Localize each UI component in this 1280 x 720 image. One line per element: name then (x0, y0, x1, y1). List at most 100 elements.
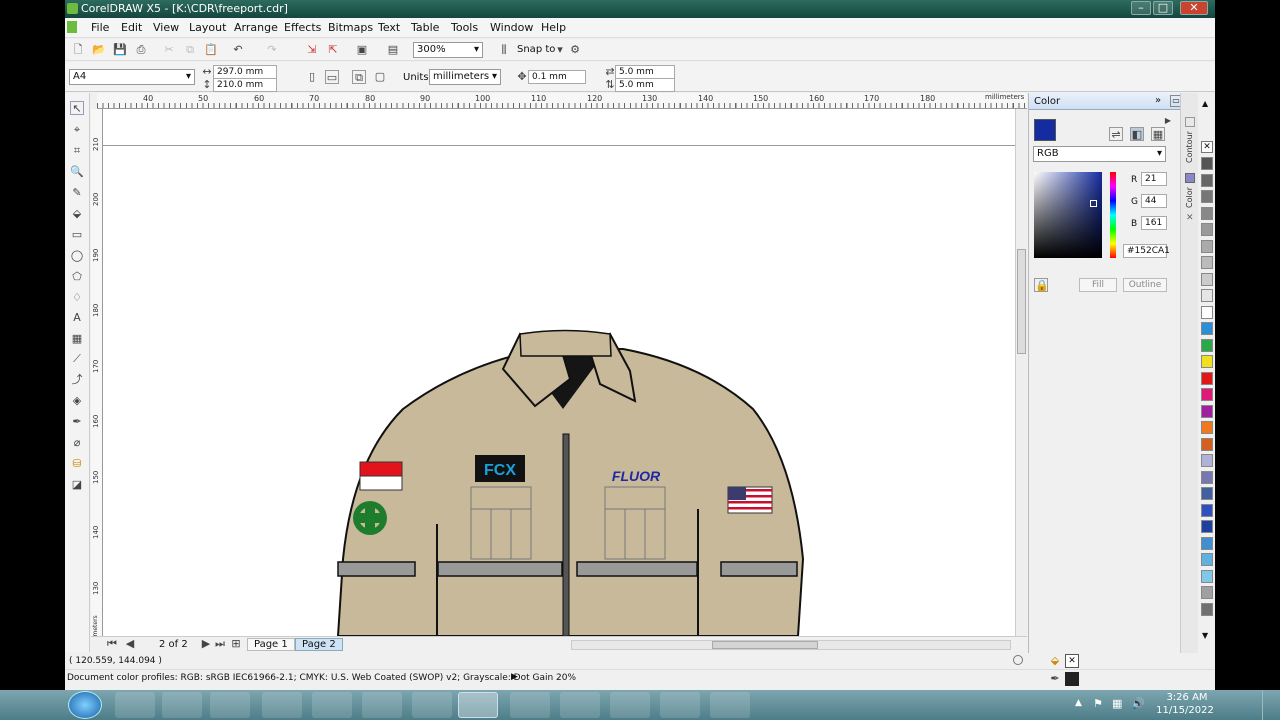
table-tool-icon[interactable]: ▦ (70, 332, 84, 346)
burner-icon[interactable] (510, 692, 550, 718)
pick-tool-icon[interactable]: ↖ (70, 101, 84, 115)
drawing-canvas[interactable]: FCX FLUOR (103, 109, 1015, 636)
uc-browser-icon[interactable] (412, 692, 452, 718)
portrait-icon[interactable]: ▯ (305, 70, 319, 84)
duplicate-x-field[interactable]: 5.0 mm (615, 65, 675, 79)
app-launcher-icon[interactable]: ▣ (355, 43, 369, 57)
shape-tool-icon[interactable]: ⌖ (70, 123, 84, 137)
close-tab-icon[interactable]: ✕ (1186, 213, 1194, 223)
palette-swatch[interactable] (1201, 338, 1213, 352)
minimize-button[interactable]: – (1131, 1, 1151, 15)
g-value-field[interactable]: 44 (1141, 194, 1167, 208)
volume-icon[interactable]: 🔊 (1131, 697, 1145, 710)
h-scroll-thumb[interactable] (712, 641, 818, 649)
color-model-select[interactable]: RGB (1033, 146, 1166, 162)
zoom-level-select[interactable]: 300% (413, 42, 483, 58)
b-value-field[interactable]: 161 (1141, 216, 1167, 230)
tab-page-2[interactable]: Page 2 (295, 638, 343, 651)
palette-swatch[interactable] (1201, 437, 1213, 451)
menu-layout[interactable]: Layout (189, 21, 226, 34)
scroll-thumb[interactable] (1017, 249, 1026, 354)
explorer-icon[interactable] (162, 692, 202, 718)
chevron-right-icon[interactable]: ▶ (511, 672, 518, 682)
units-select[interactable]: millimeters (429, 69, 501, 85)
hue-slider[interactable] (1110, 172, 1116, 258)
color-sliders-icon[interactable]: ⇌ (1109, 127, 1123, 141)
smart-fill-tool-icon[interactable]: ⬙ (70, 207, 84, 221)
color-profiles-info[interactable]: Document color profiles: RGB: sRGB IEC61… (67, 673, 576, 683)
media-player-icon[interactable] (210, 692, 250, 718)
firefox-icon[interactable] (312, 692, 352, 718)
palette-swatch[interactable] (1201, 256, 1213, 269)
vertical-scrollbar[interactable] (1015, 109, 1027, 636)
menu-tools[interactable]: Tools (451, 21, 478, 34)
color-picker-area[interactable] (1034, 172, 1102, 258)
coreldraw-taskbar-icon[interactable] (458, 692, 498, 718)
menu-table[interactable]: Table (411, 21, 439, 34)
palette-swatch[interactable] (1201, 586, 1213, 599)
network-icon[interactable]: ▦ (1112, 697, 1122, 710)
maximize-button[interactable]: □ (1153, 1, 1173, 15)
palette-swatch[interactable] (1201, 206, 1213, 220)
menu-text[interactable]: Text (378, 21, 400, 34)
current-page-icon[interactable]: ▢ (373, 70, 387, 84)
export-icon[interactable]: ⇱ (326, 43, 340, 57)
dimension-tool-icon[interactable]: ⟋ (70, 352, 84, 366)
outline-button[interactable]: Outline (1123, 278, 1167, 292)
palette-scroll-up-icon[interactable]: ▲ (1202, 99, 1208, 108)
page-width-field[interactable]: 297.0 mm (213, 65, 277, 79)
copy-icon[interactable]: ⧉ (183, 43, 197, 57)
picker-cursor[interactable] (1090, 200, 1097, 207)
palette-swatch[interactable] (1201, 388, 1213, 401)
show-desktop-button[interactable] (1262, 690, 1280, 720)
palette-swatch[interactable] (1201, 322, 1213, 335)
basic-shapes-tool-icon[interactable]: ♢ (70, 291, 84, 305)
palette-swatch[interactable] (1201, 602, 1213, 616)
chevron-right-icon[interactable]: ▶ (1161, 114, 1175, 128)
docker-expand-icon[interactable]: » (1155, 95, 1161, 106)
palette-swatch[interactable] (1201, 272, 1213, 286)
palette-swatch[interactable] (1201, 553, 1213, 566)
tab-page-1[interactable]: Page 1 (247, 638, 295, 651)
palette-swatch[interactable] (1201, 569, 1213, 583)
tab-contour[interactable]: Contour (1185, 131, 1194, 163)
fill-tool-icon[interactable]: ⛁ (70, 457, 84, 471)
prev-page-icon[interactable]: ◀ (123, 637, 137, 651)
menu-effects[interactable]: Effects (284, 21, 321, 34)
text-tool-icon[interactable]: A (70, 311, 84, 325)
vlc-icon[interactable] (710, 692, 750, 718)
all-pages-icon[interactable]: ⧉ (352, 70, 366, 84)
page-size-select[interactable]: A4 (69, 69, 195, 85)
lock-icon[interactable]: 🔒 (1034, 278, 1049, 292)
next-page-icon[interactable]: ▶ (199, 637, 213, 651)
palette-swatch[interactable] (1201, 223, 1213, 236)
palette-swatch[interactable] (1201, 404, 1213, 418)
zoom-tool-icon[interactable]: 🔍 (70, 165, 84, 179)
r-value-field[interactable]: 21 (1141, 172, 1167, 186)
winrar-icon[interactable] (560, 692, 600, 718)
clock-date[interactable]: 11/15/2022 (1150, 705, 1220, 716)
paste-icon[interactable]: 📋 (204, 43, 218, 57)
menu-window[interactable]: Window (490, 21, 533, 34)
palette-swatch[interactable] (1201, 536, 1213, 550)
palette-swatch[interactable] (1201, 421, 1213, 434)
palette-swatch[interactable] (1201, 355, 1213, 368)
tab-color[interactable]: Color (1185, 187, 1194, 208)
undo-icon[interactable]: ↶ (231, 43, 245, 57)
interactive-fill-tool-icon[interactable]: ◪ (70, 478, 84, 492)
menu-help[interactable]: Help (541, 21, 566, 34)
palette-swatch[interactable] (1201, 289, 1213, 302)
open-icon[interactable]: 📂 (92, 43, 106, 57)
rectangle-tool-icon[interactable]: ▭ (70, 228, 84, 242)
action-center-icon[interactable]: ⚑ (1093, 697, 1103, 710)
fill-button[interactable]: Fill (1079, 278, 1117, 292)
snap-to-button[interactable]: Snap to (517, 44, 555, 55)
palette-swatch[interactable] (1201, 305, 1213, 319)
polygon-tool-icon[interactable]: ⬠ (70, 270, 84, 284)
word-icon[interactable] (660, 692, 700, 718)
close-button[interactable]: ✕ (1180, 1, 1208, 15)
import-icon[interactable]: ⇲ (305, 43, 319, 57)
palette-swatch[interactable] (1201, 157, 1213, 170)
tray-expand-icon[interactable]: ▲ (1075, 698, 1082, 708)
freehand-tool-icon[interactable]: ✎ (70, 186, 84, 200)
